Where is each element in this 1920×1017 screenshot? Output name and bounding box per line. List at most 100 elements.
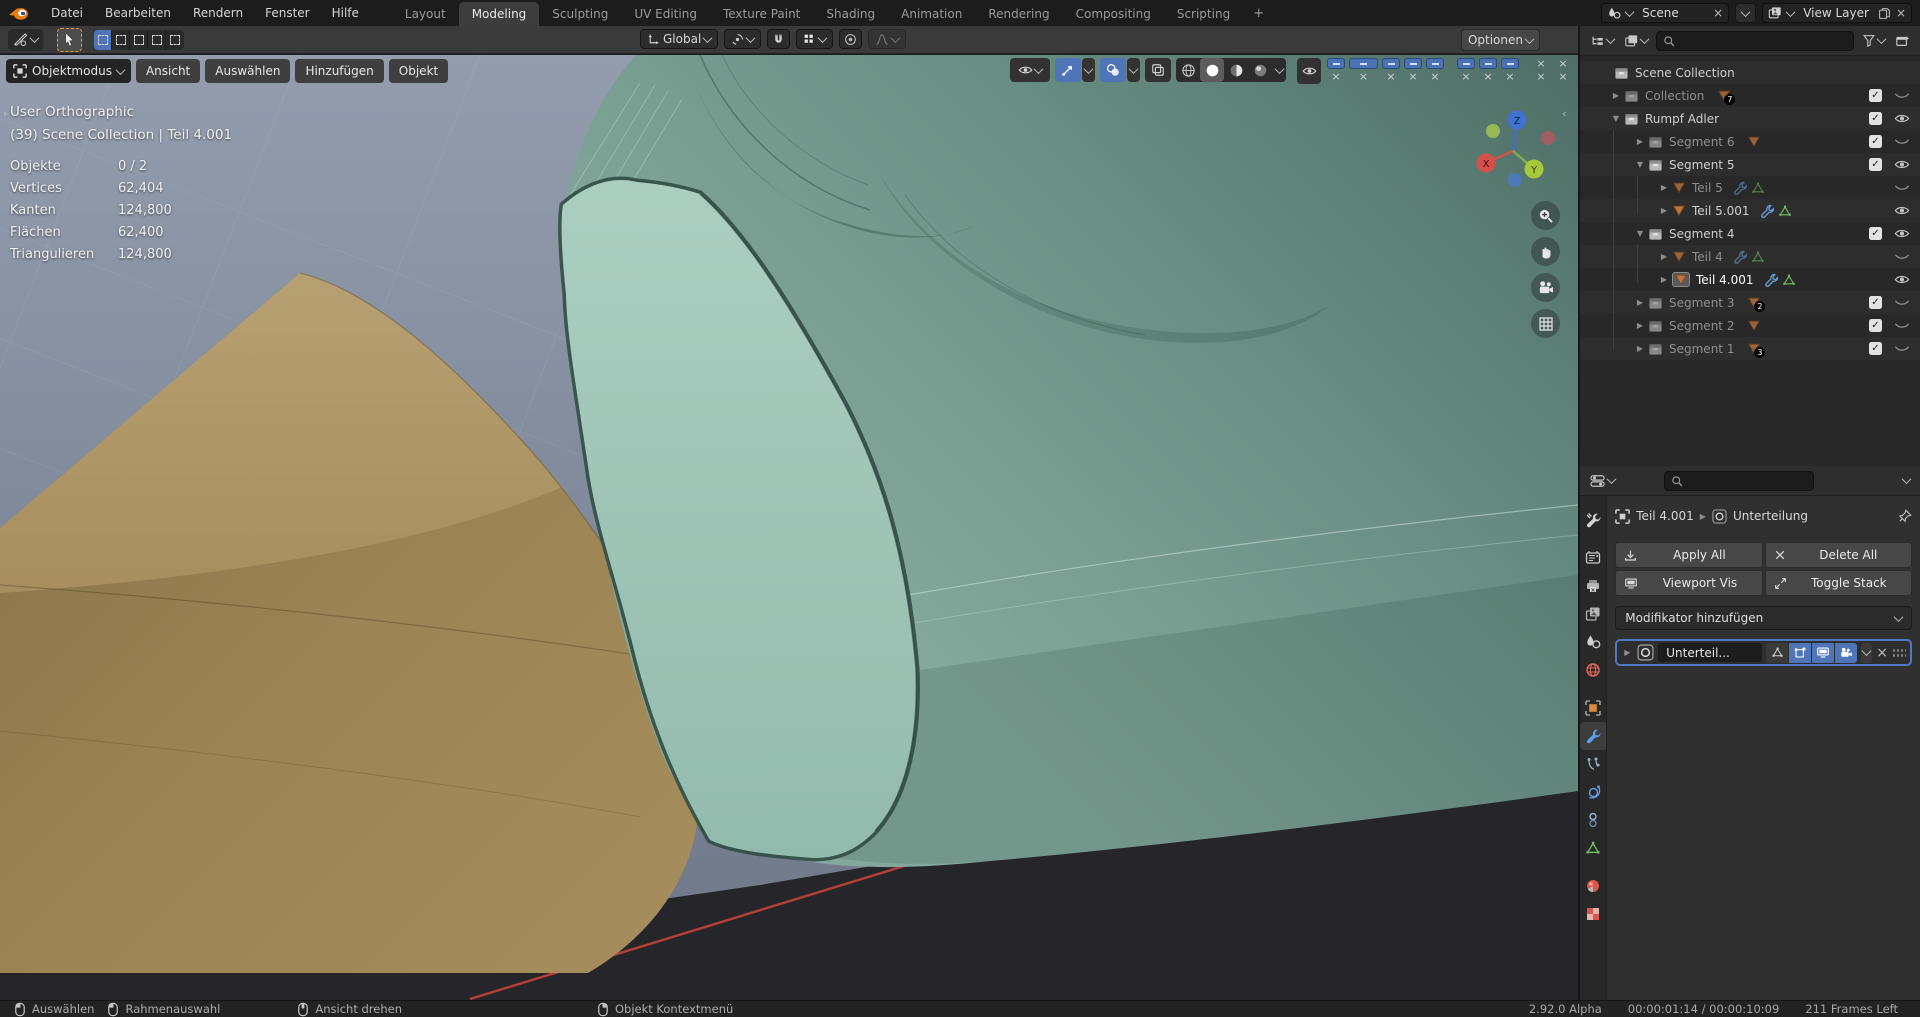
expander-icon[interactable]: ▶: [1608, 91, 1624, 100]
viewport-menu-ansicht[interactable]: Ansicht: [136, 59, 200, 83]
editor-type-button[interactable]: [8, 29, 43, 51]
modifier-editmode-toggle[interactable]: [1789, 643, 1811, 663]
hide-eye-icon[interactable]: [1894, 273, 1910, 286]
outliner-filter-dropdown[interactable]: [1860, 32, 1887, 49]
modifier-drag-handle[interactable]: [1892, 648, 1906, 658]
select-mode-set[interactable]: [94, 30, 112, 50]
remove-view-layer-icon[interactable]: ×: [1896, 7, 1906, 19]
apply-all-button[interactable]: Apply All: [1615, 542, 1762, 568]
workspace-tab-modeling[interactable]: Modeling: [459, 2, 540, 26]
proportional-falloff-dropdown[interactable]: [868, 29, 906, 49]
collection-checkbox[interactable]: ✓: [1869, 89, 1882, 102]
workspace-tab-uv-editing[interactable]: UV Editing: [621, 2, 710, 26]
properties-search-input[interactable]: [1664, 471, 1814, 491]
workspace-tab-texture-paint[interactable]: Texture Paint: [710, 2, 813, 26]
outliner-row-segment-4[interactable]: ▼Segment 4✓: [1580, 222, 1920, 245]
breadcrumb-modifier[interactable]: Unterteilung: [1733, 509, 1808, 523]
sidebar-region-toggle[interactable]: ‹: [1562, 107, 1566, 120]
workspace-tab-animation[interactable]: Animation: [888, 2, 975, 26]
axis-ball-z[interactable]: Z: [1508, 111, 1527, 130]
viewport-menu-objekt[interactable]: Objekt: [389, 59, 448, 83]
collection-visibility-pill[interactable]: [1382, 58, 1400, 69]
workspace-tab-rendering[interactable]: Rendering: [975, 2, 1062, 26]
scene-browse-button[interactable]: [1735, 3, 1756, 23]
workspace-tab-compositing[interactable]: Compositing: [1063, 2, 1164, 26]
menu-fenster[interactable]: Fenster: [254, 2, 321, 24]
collection-checkbox[interactable]: ✓: [1869, 158, 1882, 171]
modifier-realtime-toggle[interactable]: [1812, 643, 1834, 663]
gizmos-toggle[interactable]: [1055, 58, 1081, 82]
outliner-row-segment-5[interactable]: ▼Segment 5✓: [1580, 153, 1920, 176]
mode-dropdown[interactable]: Objektmodus: [6, 59, 131, 83]
select-mode-intersect[interactable]: [166, 30, 184, 50]
hide-eye-icon[interactable]: [1894, 112, 1910, 125]
modifier-on-cage-toggle[interactable]: [1766, 643, 1788, 663]
properties-tab-scene[interactable]: [1580, 628, 1606, 656]
exclude-icon[interactable]: ×: [1359, 71, 1368, 82]
outliner-row-teil-5-001[interactable]: ▶Teil 5.001: [1580, 199, 1920, 222]
active-tool-select-box[interactable]: [57, 28, 82, 52]
toggle-view-button[interactable]: [1531, 309, 1560, 338]
show-eye-icon[interactable]: [1894, 181, 1910, 194]
properties-tab-material[interactable]: [1580, 872, 1606, 900]
pivot-point-dropdown[interactable]: [724, 29, 761, 49]
collection-toggle-4[interactable]: ×: [1425, 58, 1445, 82]
modifier-delete-icon[interactable]: ×: [1876, 646, 1888, 660]
show-gizmo-dropdown[interactable]: [1010, 58, 1050, 82]
navigation-gizmo[interactable]: Z X Y: [1458, 93, 1568, 203]
menu-hilfe[interactable]: Hilfe: [321, 2, 370, 24]
collection-visibility-pill[interactable]: [1457, 58, 1475, 69]
scene-selector[interactable]: Scene ×: [1601, 3, 1729, 23]
collection-visibility-pill[interactable]: [1404, 58, 1422, 69]
collection-visibility-pill[interactable]: [1479, 58, 1497, 69]
workspace-tab-shading[interactable]: Shading: [813, 2, 888, 26]
exclude-icon[interactable]: ×: [1558, 71, 1567, 82]
collection-toggle-10[interactable]: ××: [1531, 58, 1551, 82]
toolbar-region-toggle[interactable]: ›: [3, 107, 7, 120]
collection-visibility-pill[interactable]: [1426, 58, 1444, 69]
viewport-3d[interactable]: Objektmodus AnsichtAuswählenHinzufügenOb…: [0, 55, 1578, 1000]
exclude-icon[interactable]: ×: [1408, 71, 1417, 82]
show-eye-icon[interactable]: [1894, 89, 1910, 102]
properties-tab-view-layer[interactable]: [1580, 600, 1606, 628]
collection-checkbox[interactable]: ✓: [1869, 227, 1882, 240]
show-eye-icon[interactable]: [1894, 250, 1910, 263]
outliner-row-teil-4[interactable]: ▶Teil 4: [1580, 245, 1920, 268]
collection-visibility-pill[interactable]: [1327, 58, 1345, 69]
properties-tab-modifiers[interactable]: [1580, 722, 1606, 750]
properties-tab-object-data[interactable]: [1580, 834, 1606, 862]
collection-visibility-pill[interactable]: [1349, 58, 1378, 69]
collection-toggle-1[interactable]: ×: [1348, 58, 1379, 82]
properties-tab-object[interactable]: [1580, 694, 1606, 722]
axis-ball-neg-y[interactable]: [1486, 124, 1500, 138]
collection-checkbox[interactable]: ✓: [1869, 319, 1882, 332]
unlink-scene-icon[interactable]: ×: [1713, 7, 1723, 19]
delete-all-button[interactable]: Delete All: [1765, 542, 1912, 568]
properties-tab-world[interactable]: [1580, 656, 1606, 684]
options-dropdown[interactable]: Optionen: [1461, 29, 1540, 51]
new-collection-button[interactable]: [1893, 32, 1912, 50]
select-mode-invert[interactable]: [148, 30, 166, 50]
select-mode-extend[interactable]: [112, 30, 130, 50]
outliner-row-teil-4-001[interactable]: ▶Teil 4.001: [1580, 268, 1920, 291]
collection-toggle-0[interactable]: ×: [1326, 58, 1346, 82]
snap-toggle-button[interactable]: [767, 29, 790, 49]
toggle-stack-button[interactable]: Toggle Stack: [1765, 570, 1912, 596]
shading-rendered[interactable]: [1248, 58, 1272, 82]
outliner-row-segment-2[interactable]: ▶Segment 2✓: [1580, 314, 1920, 337]
axis-ball-x[interactable]: X: [1477, 154, 1496, 173]
gizmos-dropdown[interactable]: [1082, 58, 1095, 82]
outliner-row-teil-5[interactable]: ▶Teil 5: [1580, 176, 1920, 199]
shading-dropdown[interactable]: [1272, 58, 1286, 82]
outliner-row-rumpf-adler[interactable]: ▼Rumpf Adler✓: [1580, 107, 1920, 130]
properties-tab-output[interactable]: [1580, 572, 1606, 600]
viewport-menu-hinzuf-gen[interactable]: Hinzufügen: [295, 59, 383, 83]
properties-tab-constraints[interactable]: [1580, 806, 1606, 834]
scene-canvas[interactable]: [0, 55, 1578, 1000]
outliner-display-mode-dropdown[interactable]: [1588, 32, 1616, 50]
properties-tab-particles[interactable]: [1580, 750, 1606, 778]
viewport-menu-ausw-hlen[interactable]: Auswählen: [205, 59, 290, 83]
modifier-name-field[interactable]: Unterteil...: [1658, 643, 1762, 662]
expander-icon[interactable]: ▼: [1632, 160, 1648, 169]
add-modifier-dropdown[interactable]: Modifikator hinzufügen: [1615, 606, 1912, 630]
